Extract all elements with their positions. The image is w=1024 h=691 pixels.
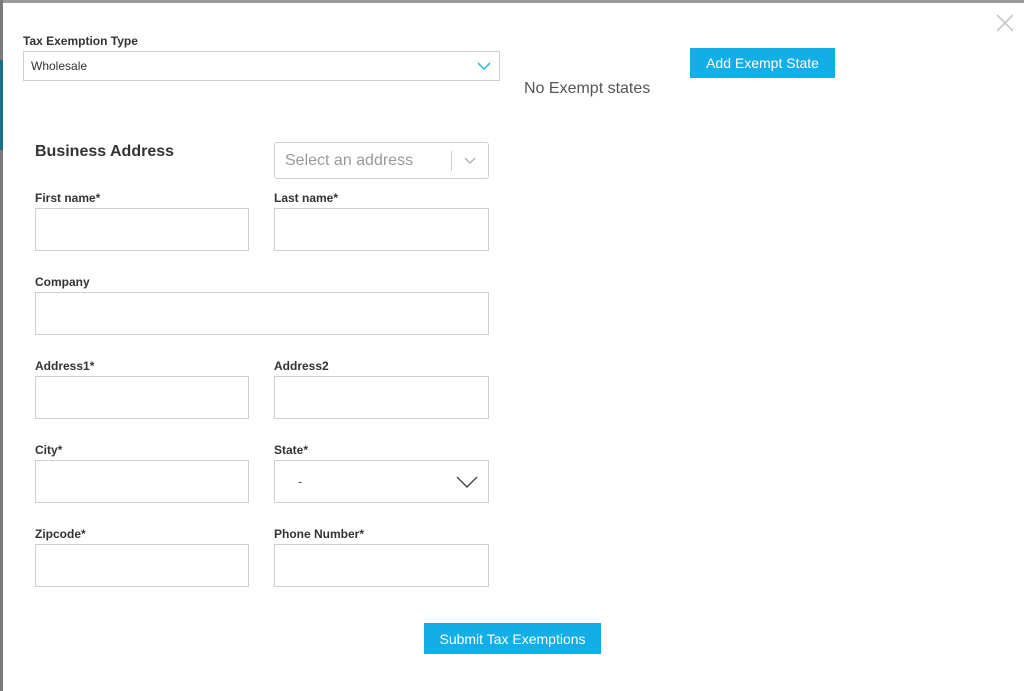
address2-label: Address2: [274, 359, 329, 373]
state-label: State*: [274, 443, 309, 457]
first-name-input[interactable]: [35, 208, 249, 251]
add-exempt-state-button[interactable]: Add Exempt State: [690, 48, 835, 78]
business-address-title: Business Address: [35, 143, 175, 160]
zipcode-input[interactable]: [35, 544, 249, 587]
address-select-divider: [451, 151, 452, 171]
address-select-placeholder: Select an address: [285, 152, 414, 169]
zipcode-label: Zipcode*: [35, 527, 86, 541]
no-exempt-states-text: No Exempt states: [524, 80, 651, 97]
chevron-down-icon: [477, 62, 491, 70]
tax-exemption-modal: Tax Exemption Type Wholesale Add Exempt …: [3, 3, 1024, 691]
close-icon: [996, 14, 1014, 32]
address1-label: Address1*: [35, 359, 95, 373]
tax-exemption-type-label: Tax Exemption Type: [23, 34, 138, 48]
tax-exemption-type-value: Wholesale: [31, 59, 88, 73]
city-label: City*: [35, 443, 63, 457]
company-label: Company: [35, 275, 90, 289]
phone-number-label: Phone Number*: [274, 527, 365, 541]
city-input[interactable]: [35, 460, 249, 503]
address-select[interactable]: Select an address: [274, 142, 489, 179]
chevron-down-icon: [464, 157, 476, 164]
submit-tax-exemptions-button[interactable]: Submit Tax Exemptions: [424, 623, 601, 654]
company-input[interactable]: [35, 292, 489, 335]
state-select-value: -: [298, 474, 303, 489]
chevron-down-icon: [456, 476, 478, 488]
address2-input[interactable]: [274, 376, 489, 419]
close-button[interactable]: [993, 11, 1017, 35]
last-name-label: Last name*: [274, 191, 339, 205]
address1-input[interactable]: [35, 376, 249, 419]
state-select[interactable]: -: [274, 460, 489, 503]
first-name-label: First name*: [35, 191, 101, 205]
last-name-input[interactable]: [274, 208, 489, 251]
phone-number-input[interactable]: [274, 544, 489, 587]
tax-exemption-type-select[interactable]: Wholesale: [23, 51, 500, 81]
